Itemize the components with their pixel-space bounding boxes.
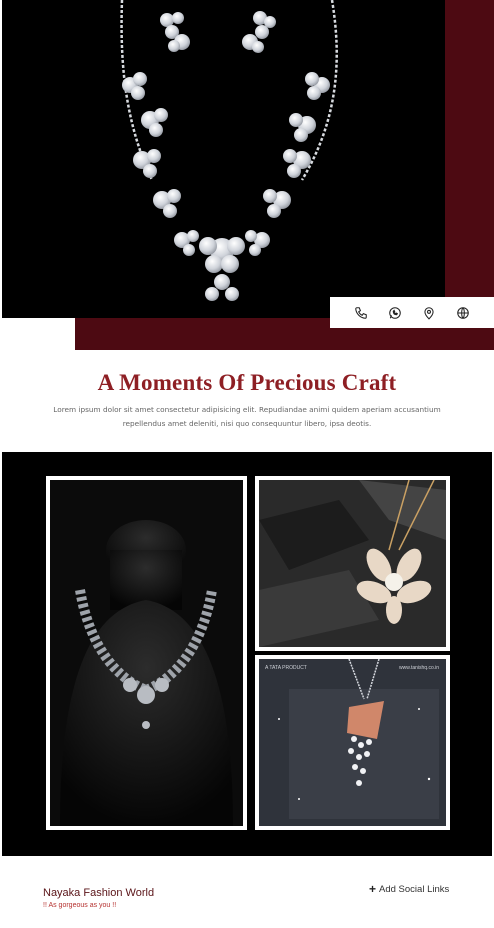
section-description: Lorem ipsum dolor sit amet consectetur a… bbox=[53, 405, 441, 428]
tata-brand-text: A TATA PRODUCT bbox=[265, 665, 307, 671]
gallery-image-pendant-gold[interactable] bbox=[255, 476, 450, 651]
gallery-image-pendant-diamond[interactable]: A TATA PRODUCT www.tanishq.co.in bbox=[255, 655, 450, 830]
footer: Nayaka Fashion World !! As gorgeous as y… bbox=[0, 856, 494, 928]
hero-section bbox=[0, 0, 494, 350]
contact-bar bbox=[330, 297, 494, 328]
plus-icon: + bbox=[369, 882, 377, 896]
gallery-section: A TATA PRODUCT www.tanishq.co.in bbox=[2, 452, 492, 856]
phone-icon[interactable] bbox=[352, 304, 370, 322]
tanishq-url-text: www.tanishq.co.in bbox=[399, 665, 439, 671]
add-social-links-button[interactable]: + Add Social Links bbox=[369, 882, 449, 896]
location-icon[interactable] bbox=[420, 304, 438, 322]
globe-icon[interactable] bbox=[454, 304, 472, 322]
intro-section: A Moments Of Precious Craft Lorem ipsum … bbox=[0, 350, 494, 452]
brand-name: Nayaka Fashion World bbox=[43, 887, 155, 899]
add-social-links-label: Add Social Links bbox=[379, 883, 450, 895]
hero-image bbox=[2, 0, 445, 318]
brand-tagline: !! As gorgeous as you !! bbox=[43, 902, 117, 909]
whatsapp-icon[interactable] bbox=[386, 304, 404, 322]
section-title: A Moments Of Precious Craft bbox=[97, 370, 397, 395]
gallery-image-bust-necklace[interactable] bbox=[46, 476, 247, 830]
necklace-illustration bbox=[2, 0, 445, 318]
